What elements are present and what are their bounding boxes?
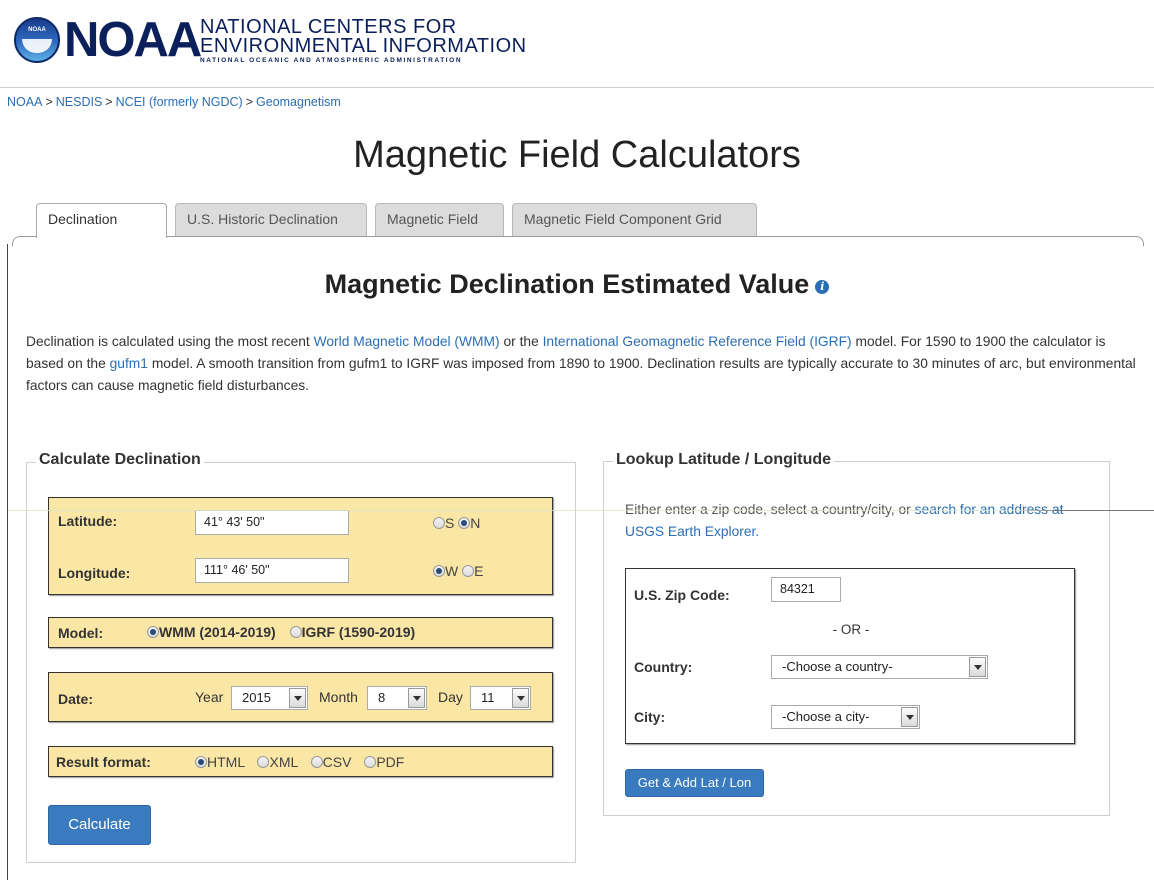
latitude-hemisphere: S N bbox=[433, 515, 480, 531]
lon-w-radio[interactable] bbox=[433, 565, 445, 577]
day-select[interactable]: 11 bbox=[470, 686, 531, 710]
breadcrumb-ncei[interactable]: NCEI (formerly NGDC) bbox=[116, 95, 243, 109]
lat-lon-panel: Latitude: 41° 43' 50" S N Longitude: 111… bbox=[48, 497, 553, 595]
tab-declination[interactable]: Declination bbox=[36, 203, 167, 238]
noaa-logo-text[interactable]: NOAA bbox=[64, 14, 202, 66]
horizontal-rule bbox=[8, 510, 1154, 511]
get-add-lat-lon-button[interactable]: Get & Add Lat / Lon bbox=[625, 769, 764, 797]
day-label: Day bbox=[438, 689, 463, 705]
tab-magnetic-field-component-grid[interactable]: Magnetic Field Component Grid bbox=[512, 203, 757, 236]
ncei-title-line2: ENVIRONMENTAL INFORMATION bbox=[200, 35, 527, 57]
gufm1-link[interactable]: gufm1 bbox=[110, 356, 148, 371]
chevron-down-icon bbox=[408, 688, 425, 708]
result-format-options: HTML XML CSV PDF bbox=[195, 754, 404, 770]
longitude-input[interactable]: 111° 46' 50" bbox=[195, 558, 349, 583]
ncei-title-line1: NATIONAL CENTERS FOR bbox=[200, 16, 457, 38]
description-text: Declination is calculated using the most… bbox=[26, 334, 1136, 393]
model-options: WMM (2014-2019) IGRF (1590-2019) bbox=[147, 624, 415, 640]
chevron-down-icon bbox=[289, 688, 306, 708]
city-select[interactable]: -Choose a city- bbox=[771, 705, 920, 729]
format-xml-radio[interactable] bbox=[257, 756, 270, 768]
tab-magnetic-field[interactable]: Magnetic Field bbox=[375, 203, 504, 236]
lat-n-radio[interactable] bbox=[458, 517, 471, 529]
longitude-hemisphere: W E bbox=[433, 563, 483, 579]
calculate-button[interactable]: Calculate bbox=[48, 805, 151, 845]
zip-code-label: U.S. Zip Code: bbox=[634, 587, 730, 603]
date-label: Date: bbox=[58, 691, 94, 707]
month-label: Month bbox=[319, 689, 358, 705]
model-panel: Model: WMM (2014-2019) IGRF (1590-2019) bbox=[48, 617, 553, 648]
city-label: City: bbox=[634, 709, 666, 725]
country-select[interactable]: -Choose a country- bbox=[771, 655, 988, 679]
lon-e-radio[interactable] bbox=[462, 565, 475, 577]
model-label: Model: bbox=[58, 625, 104, 641]
igrf-link[interactable]: International Geomagnetic Reference Fiel… bbox=[543, 334, 852, 349]
date-panel: Date: Year 2015 Month 8 Day 11 bbox=[48, 672, 553, 722]
latitude-label: Latitude: bbox=[58, 513, 118, 529]
or-separator: - OR - bbox=[832, 622, 870, 637]
chevron-down-icon bbox=[969, 657, 986, 677]
zip-country-city-box: U.S. Zip Code: 84321 - OR - Country: -Ch… bbox=[625, 568, 1075, 744]
format-pdf-radio[interactable] bbox=[364, 756, 377, 768]
page-left-edge bbox=[7, 244, 8, 880]
lookup-lat-lon-legend: Lookup Latitude / Longitude bbox=[613, 451, 835, 469]
site-header: NOAA NOAA NATIONAL CENTERS FOR ENVIRONME… bbox=[0, 0, 1154, 88]
wmm-link[interactable]: World Magnetic Model (WMM) bbox=[314, 334, 500, 349]
country-label: Country: bbox=[634, 659, 693, 675]
tab-content-border bbox=[12, 236, 1144, 246]
chevron-down-icon bbox=[901, 707, 918, 727]
longitude-label: Longitude: bbox=[58, 565, 131, 581]
lookup-intro-text: Either enter a zip code, select a countr… bbox=[625, 502, 1064, 539]
lat-s-radio[interactable] bbox=[433, 517, 445, 529]
breadcrumb: NOAA > NESDIS > NCEI (formerly NGDC) > Geomagn… bbox=[7, 95, 341, 109]
breadcrumb-noaa[interactable]: NOAA bbox=[7, 95, 42, 109]
chevron-down-icon bbox=[512, 688, 529, 708]
info-icon[interactable]: i bbox=[815, 280, 830, 294]
breadcrumb-nesdis[interactable]: NESDIS bbox=[56, 95, 103, 109]
year-label: Year bbox=[195, 689, 224, 705]
page-title: Magnetic Field Calculators bbox=[353, 134, 801, 176]
result-format-panel: Result format: HTML XML CSV PDF bbox=[48, 746, 553, 777]
noaa-seal-icon[interactable]: NOAA bbox=[14, 17, 60, 63]
result-format-label: Result format: bbox=[56, 754, 151, 770]
breadcrumb-geomagnetism[interactable]: Geomagnetism bbox=[256, 95, 341, 109]
zip-code-input[interactable]: 84321 bbox=[771, 577, 841, 602]
format-html-radio[interactable] bbox=[195, 756, 207, 768]
format-csv-radio[interactable] bbox=[310, 756, 323, 768]
tab-us-historic-declination[interactable]: U.S. Historic Declination bbox=[175, 203, 367, 236]
calculate-declination-legend: Calculate Declination bbox=[36, 451, 204, 469]
model-wmm-radio[interactable] bbox=[147, 626, 159, 638]
month-select[interactable]: 8 bbox=[367, 686, 427, 710]
noaa-full-name: NATIONAL OCEANIC AND ATMOSPHERIC ADMINIS… bbox=[200, 57, 463, 64]
model-igrf-radio[interactable] bbox=[289, 626, 302, 638]
latitude-input[interactable]: 41° 43' 50" bbox=[195, 510, 349, 535]
section-title: Magnetic Declination Estimated Value i bbox=[0, 269, 1154, 300]
year-select[interactable]: 2015 bbox=[231, 686, 308, 710]
